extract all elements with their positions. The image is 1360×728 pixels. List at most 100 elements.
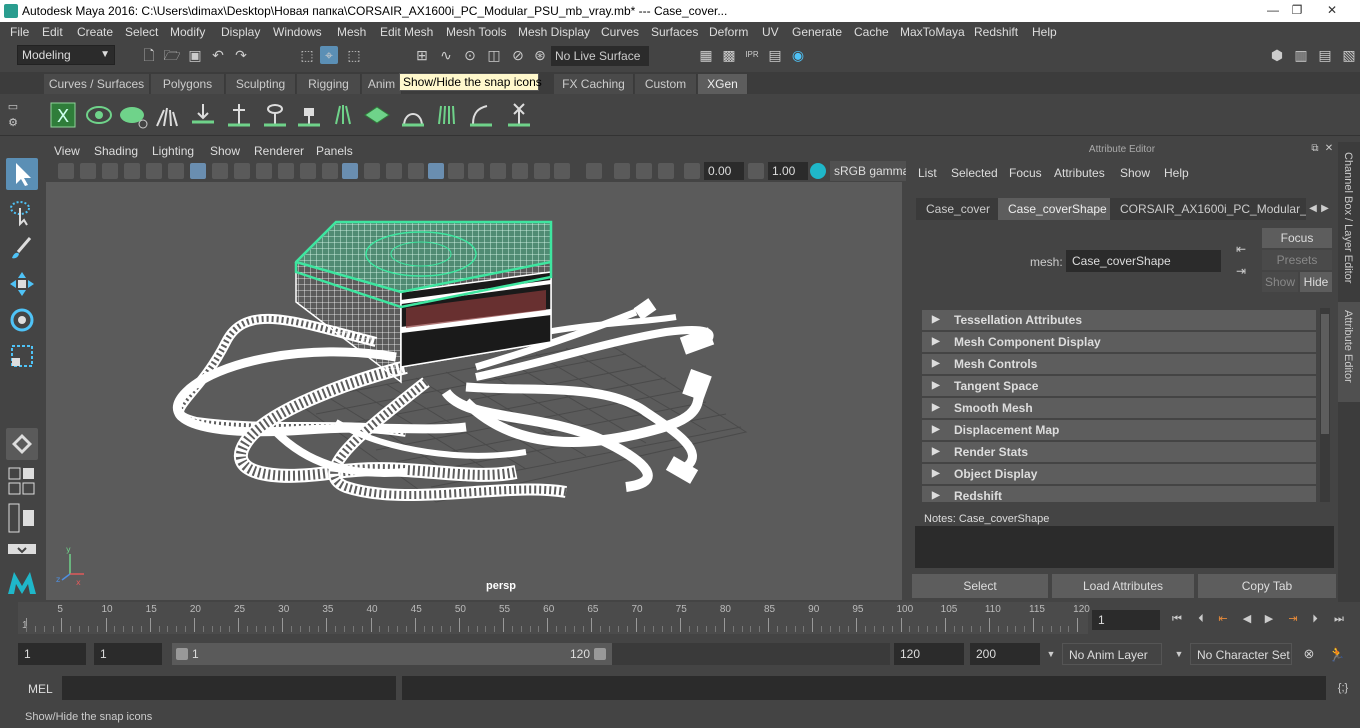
section-mesh-component-display[interactable]: ▶ Mesh Component Display: [922, 332, 1316, 352]
image-plane-icon[interactable]: [124, 163, 140, 179]
play-backwards-icon[interactable]: ◀: [1238, 610, 1256, 628]
ae-tab-case-cover-shape[interactable]: Case_coverShape: [998, 198, 1117, 220]
section-mesh-controls[interactable]: ▶ Mesh Controls: [922, 354, 1316, 374]
view-transform-selector[interactable]: sRGB gamma: [830, 161, 909, 181]
menu-windows[interactable]: Windows: [273, 25, 322, 39]
modeling-toolkit-icon[interactable]: ▥: [1292, 46, 1310, 64]
xgen-place-guide-icon[interactable]: [188, 100, 218, 130]
ae-menu-focus[interactable]: Focus: [1009, 166, 1042, 180]
play-forwards-icon[interactable]: ▶: [1260, 610, 1278, 628]
ae-tab-corsair-psu[interactable]: CORSAIR_AX1600i_PC_Modular_PSU: [1110, 198, 1306, 220]
panel-menu-lighting[interactable]: Lighting: [152, 144, 194, 158]
shelf-tab-animation[interactable]: Anim: [362, 74, 402, 94]
xgen-create-description-icon[interactable]: [152, 100, 182, 130]
menu-redshift[interactable]: Redshift: [974, 25, 1018, 39]
xray-icon[interactable]: [428, 163, 444, 179]
xgen-lock-guide-icon[interactable]: [294, 100, 324, 130]
lock-camera-icon[interactable]: [80, 163, 96, 179]
render-view-icon[interactable]: ▦: [697, 46, 715, 64]
xgen-sculpt-guide-icon[interactable]: [328, 100, 358, 130]
channel-box-toggle-icon[interactable]: ▤: [1316, 46, 1334, 64]
section-smooth-mesh[interactable]: ▶ Smooth Mesh: [922, 398, 1316, 418]
scale-tool-icon[interactable]: [6, 340, 38, 372]
copy-tab-button[interactable]: Copy Tab: [1198, 574, 1336, 598]
use-all-lights-icon[interactable]: [448, 163, 464, 179]
film-gate-icon[interactable]: [212, 163, 228, 179]
tool-settings-toggle-icon[interactable]: ▧: [1340, 46, 1358, 64]
menu-edit[interactable]: Edit: [42, 25, 63, 39]
channel-box-tab[interactable]: Channel Box / Layer Editor: [1342, 152, 1354, 283]
close-panel-icon[interactable]: ✕: [1322, 142, 1336, 156]
menu-curves[interactable]: Curves: [601, 25, 639, 39]
xgen-rebuild-guide-icon[interactable]: [398, 100, 428, 130]
minimize-button[interactable]: —: [1262, 2, 1284, 18]
float-panel-icon[interactable]: ⧉: [1308, 142, 1322, 156]
motion-blur-icon[interactable]: [512, 163, 528, 179]
chevron-down-icon[interactable]: ▼: [1170, 645, 1188, 663]
ae-menu-attributes[interactable]: Attributes: [1054, 166, 1105, 180]
select-button[interactable]: Select: [912, 574, 1048, 598]
backface-culling-icon[interactable]: [658, 163, 674, 179]
shelf-tab-polygons[interactable]: Polygons: [151, 74, 225, 94]
shelf-tab-rigging[interactable]: Rigging: [297, 74, 361, 94]
live-surface-icon[interactable]: ⊛: [531, 46, 549, 64]
go-to-input-icon[interactable]: ⇤: [1232, 240, 1250, 258]
wireframe-icon[interactable]: [342, 163, 358, 179]
safe-action-icon[interactable]: [300, 163, 316, 179]
menu-select[interactable]: Select: [125, 25, 158, 39]
four-view-layout-icon[interactable]: [6, 466, 38, 498]
menu-deform[interactable]: Deform: [709, 25, 748, 39]
section-object-display[interactable]: ▶ Object Display: [922, 464, 1316, 484]
chevron-down-icon[interactable]: ▼: [1042, 645, 1060, 663]
auto-key-icon[interactable]: ⊗: [1300, 645, 1318, 663]
xgen-preview-icon[interactable]: [84, 100, 114, 130]
step-back-icon[interactable]: ⏴: [1192, 610, 1210, 628]
shadows-icon[interactable]: [468, 163, 484, 179]
xgen-bend-guide-icon[interactable]: [466, 100, 496, 130]
menu-mesh-display[interactable]: Mesh Display: [518, 25, 590, 39]
mel-label[interactable]: MEL: [28, 682, 53, 696]
render-settings-icon[interactable]: ▤: [766, 46, 784, 64]
resolution-gate-icon[interactable]: [234, 163, 250, 179]
wireframe-on-shaded-icon[interactable]: [386, 163, 402, 179]
animation-preferences-icon[interactable]: 🏃: [1328, 645, 1346, 663]
mode-selector[interactable]: Modeling ▼: [17, 45, 115, 65]
shelf-tab-sculpting[interactable]: Sculpting: [226, 74, 296, 94]
xgen-select-guide-icon[interactable]: [260, 100, 290, 130]
snap-view-icon[interactable]: ◫: [485, 46, 503, 64]
exposure-icon[interactable]: [684, 163, 700, 179]
ae-menu-list[interactable]: List: [918, 166, 937, 180]
step-back-key-icon[interactable]: ⇤: [1214, 610, 1232, 628]
mel-input[interactable]: [62, 676, 396, 700]
mesh-name-field[interactable]: Case_coverShape: [1066, 250, 1221, 272]
step-forward-key-icon[interactable]: ⇥: [1284, 610, 1302, 628]
snap-grid-icon[interactable]: ⊞: [413, 46, 431, 64]
xgen-clear-preview-icon[interactable]: [118, 100, 148, 130]
ae-menu-show[interactable]: Show: [1120, 166, 1150, 180]
shelf-tab-xgen[interactable]: XGen: [698, 74, 748, 94]
close-button[interactable]: ✕: [1310, 2, 1354, 18]
load-attributes-button[interactable]: Load Attributes: [1052, 574, 1194, 598]
shelf-tab-custom[interactable]: Custom: [635, 74, 697, 94]
live-surface-field[interactable]: No Live Surface: [551, 46, 649, 66]
panel-menu-shading[interactable]: Shading: [94, 144, 138, 158]
depth-of-field-icon[interactable]: [554, 163, 570, 179]
animation-end-field[interactable]: 200: [970, 643, 1040, 665]
ae-menu-help[interactable]: Help: [1164, 166, 1189, 180]
attribute-editor-tab[interactable]: Attribute Editor: [1342, 310, 1354, 383]
menu-help[interactable]: Help: [1032, 25, 1057, 39]
grease-pencil-icon[interactable]: [168, 163, 184, 179]
menu-display[interactable]: Display: [221, 25, 260, 39]
grid-icon[interactable]: [190, 163, 206, 179]
select-tool-icon[interactable]: [6, 158, 38, 190]
xgen-add-guide-icon[interactable]: [224, 100, 254, 130]
menu-create[interactable]: Create: [77, 25, 113, 39]
current-frame-field[interactable]: 1: [1092, 610, 1160, 630]
hide-button[interactable]: Hide: [1300, 272, 1332, 292]
menu-surfaces[interactable]: Surfaces: [651, 25, 698, 39]
screen-space-ao-icon[interactable]: [490, 163, 506, 179]
playback-end-field[interactable]: 120: [894, 643, 964, 665]
render-frame-icon[interactable]: ▩: [720, 46, 738, 64]
move-tool-icon[interactable]: [6, 268, 38, 300]
script-editor-icon[interactable]: {;}: [1334, 679, 1352, 697]
